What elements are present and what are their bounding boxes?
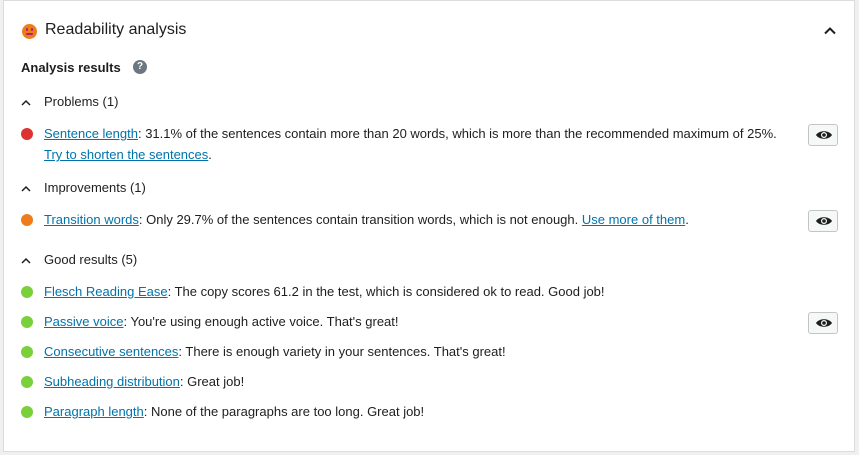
passive-voice-link[interactable]: Passive voice	[44, 314, 123, 329]
help-icon[interactable]: ?	[133, 60, 147, 74]
eye-icon	[816, 217, 832, 225]
highlight-eye-button[interactable]	[808, 210, 838, 232]
good-bullet-icon	[21, 376, 33, 388]
panel-title: Readability analysis	[45, 21, 187, 38]
analysis-results-heading: Analysis results	[21, 60, 121, 75]
result-passive-voice: Passive voice: You're using enough activ…	[44, 314, 399, 329]
result-paragraph-length: Paragraph length: None of the paragraphs…	[44, 404, 425, 419]
chevron-up-icon	[21, 257, 31, 264]
sentence-length-link[interactable]: Sentence length	[44, 126, 138, 141]
eye-icon	[816, 131, 832, 139]
use-more-link[interactable]: Use more of them	[582, 212, 685, 227]
highlight-eye-button[interactable]	[808, 124, 838, 146]
good-results-label: Good results (5)	[44, 252, 138, 267]
result-flesch-reading-ease: Flesch Reading Ease: The copy scores 61.…	[44, 284, 605, 299]
collapse-chevron-up-icon[interactable]	[822, 23, 838, 39]
result-transition-words: Transition words: Only 29.7% of the sent…	[44, 212, 689, 227]
result-subheading-distribution: Subheading distribution: Great job!	[44, 374, 245, 389]
improvements-label: Improvements (1)	[44, 180, 146, 195]
problem-bullet-icon	[21, 128, 33, 140]
improvement-bullet-icon	[21, 214, 33, 226]
good-bullet-icon	[21, 286, 33, 298]
flesch-reading-ease-link[interactable]: Flesch Reading Ease	[44, 284, 168, 299]
smiley-face-icon	[22, 24, 37, 39]
consecutive-sentences-link[interactable]: Consecutive sentences	[44, 344, 178, 359]
paragraph-length-link[interactable]: Paragraph length	[44, 404, 144, 419]
good-bullet-icon	[21, 316, 33, 328]
shorten-sentences-link[interactable]: Try to shorten the sentences	[44, 147, 208, 162]
transition-words-link[interactable]: Transition words	[44, 212, 139, 227]
highlight-eye-button[interactable]	[808, 312, 838, 334]
problems-label: Problems (1)	[44, 94, 119, 109]
chevron-up-icon	[21, 185, 31, 192]
good-bullet-icon	[21, 406, 33, 418]
chevron-up-icon	[21, 99, 31, 106]
good-bullet-icon	[21, 346, 33, 358]
readability-panel: Readability analysis Analysis results ? …	[3, 0, 855, 452]
subheading-distribution-link[interactable]: Subheading distribution	[44, 374, 180, 389]
result-consecutive-sentences: Consecutive sentences: There is enough v…	[44, 344, 506, 359]
eye-icon	[816, 319, 832, 327]
result-sentence-length: Sentence length: 31.1% of the sentences …	[44, 126, 777, 162]
panel-header[interactable]: Readability analysis	[4, 1, 854, 61]
